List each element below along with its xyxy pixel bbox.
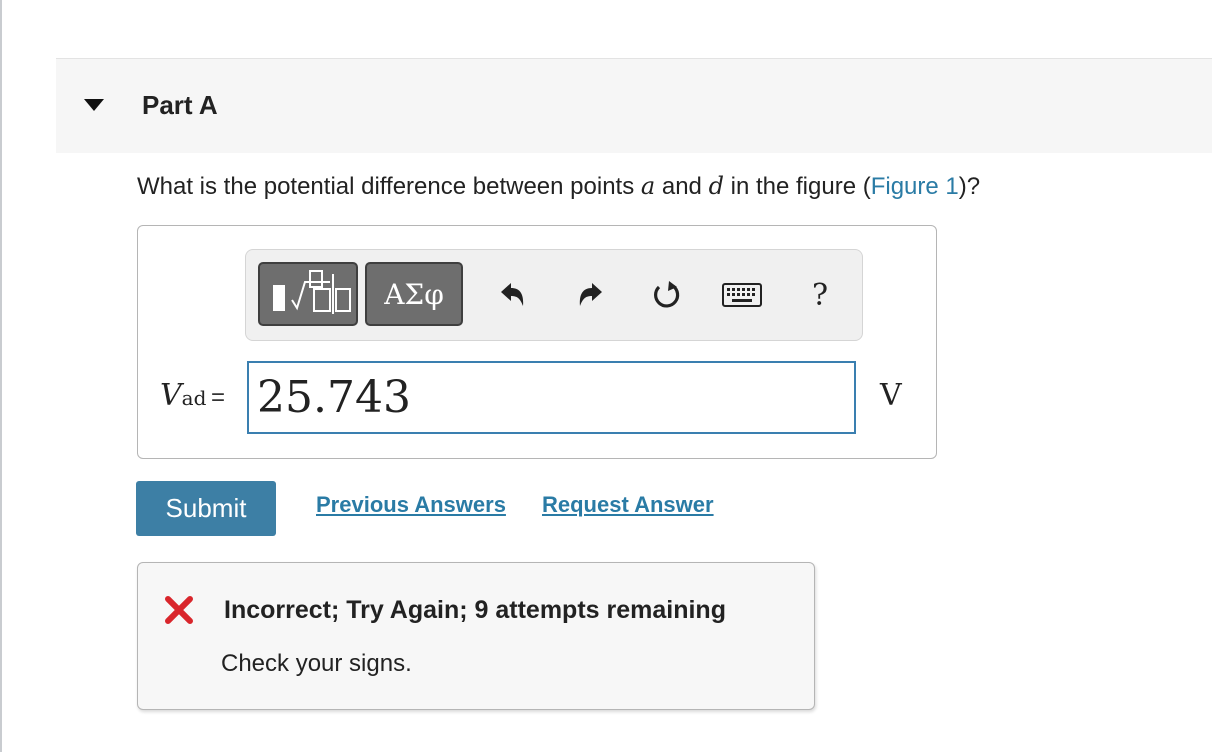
- feedback-title: Incorrect; Try Again; 9 attempts remaini…: [224, 596, 726, 624]
- equals-sign: =: [211, 384, 226, 411]
- help-icon[interactable]: ?: [806, 272, 834, 318]
- answer-input[interactable]: 25.743: [247, 361, 856, 434]
- reset-icon[interactable]: [647, 272, 685, 318]
- question-text-after: in the figure (: [723, 173, 871, 200]
- figure-link[interactable]: Figure 1: [871, 173, 959, 200]
- question-text: What is the potential difference between…: [137, 172, 980, 201]
- left-border: [0, 0, 2, 752]
- unit-label: V: [880, 378, 902, 413]
- collapse-caret-icon[interactable]: [84, 99, 104, 111]
- variable-v: V: [160, 378, 182, 413]
- equation-variable: Vad: [160, 378, 206, 413]
- part-title: Part A: [142, 90, 218, 120]
- greek-symbols-button[interactable]: ΑΣφ: [365, 262, 463, 326]
- request-answer-link[interactable]: Request Answer: [542, 492, 714, 518]
- templates-button[interactable]: [258, 262, 358, 326]
- previous-answers-link[interactable]: Previous Answers: [316, 492, 506, 518]
- redo-icon[interactable]: [573, 272, 609, 318]
- undo-icon[interactable]: [494, 272, 530, 318]
- question-text-mid: and: [655, 173, 709, 200]
- variable-a: a: [640, 172, 656, 200]
- question-text-start: What is the potential difference between…: [137, 173, 641, 200]
- variable-subscript: ad: [181, 386, 207, 410]
- variable-d: d: [708, 172, 724, 200]
- templates-icon: [273, 270, 351, 314]
- keyboard-icon[interactable]: [721, 272, 763, 318]
- feedback-box: [137, 562, 815, 710]
- submit-button[interactable]: Submit: [136, 481, 276, 536]
- incorrect-x-icon: [164, 595, 194, 630]
- part-header[interactable]: [56, 58, 1212, 153]
- feedback-message: Check your signs.: [221, 650, 412, 677]
- question-text-end: )?: [958, 173, 981, 200]
